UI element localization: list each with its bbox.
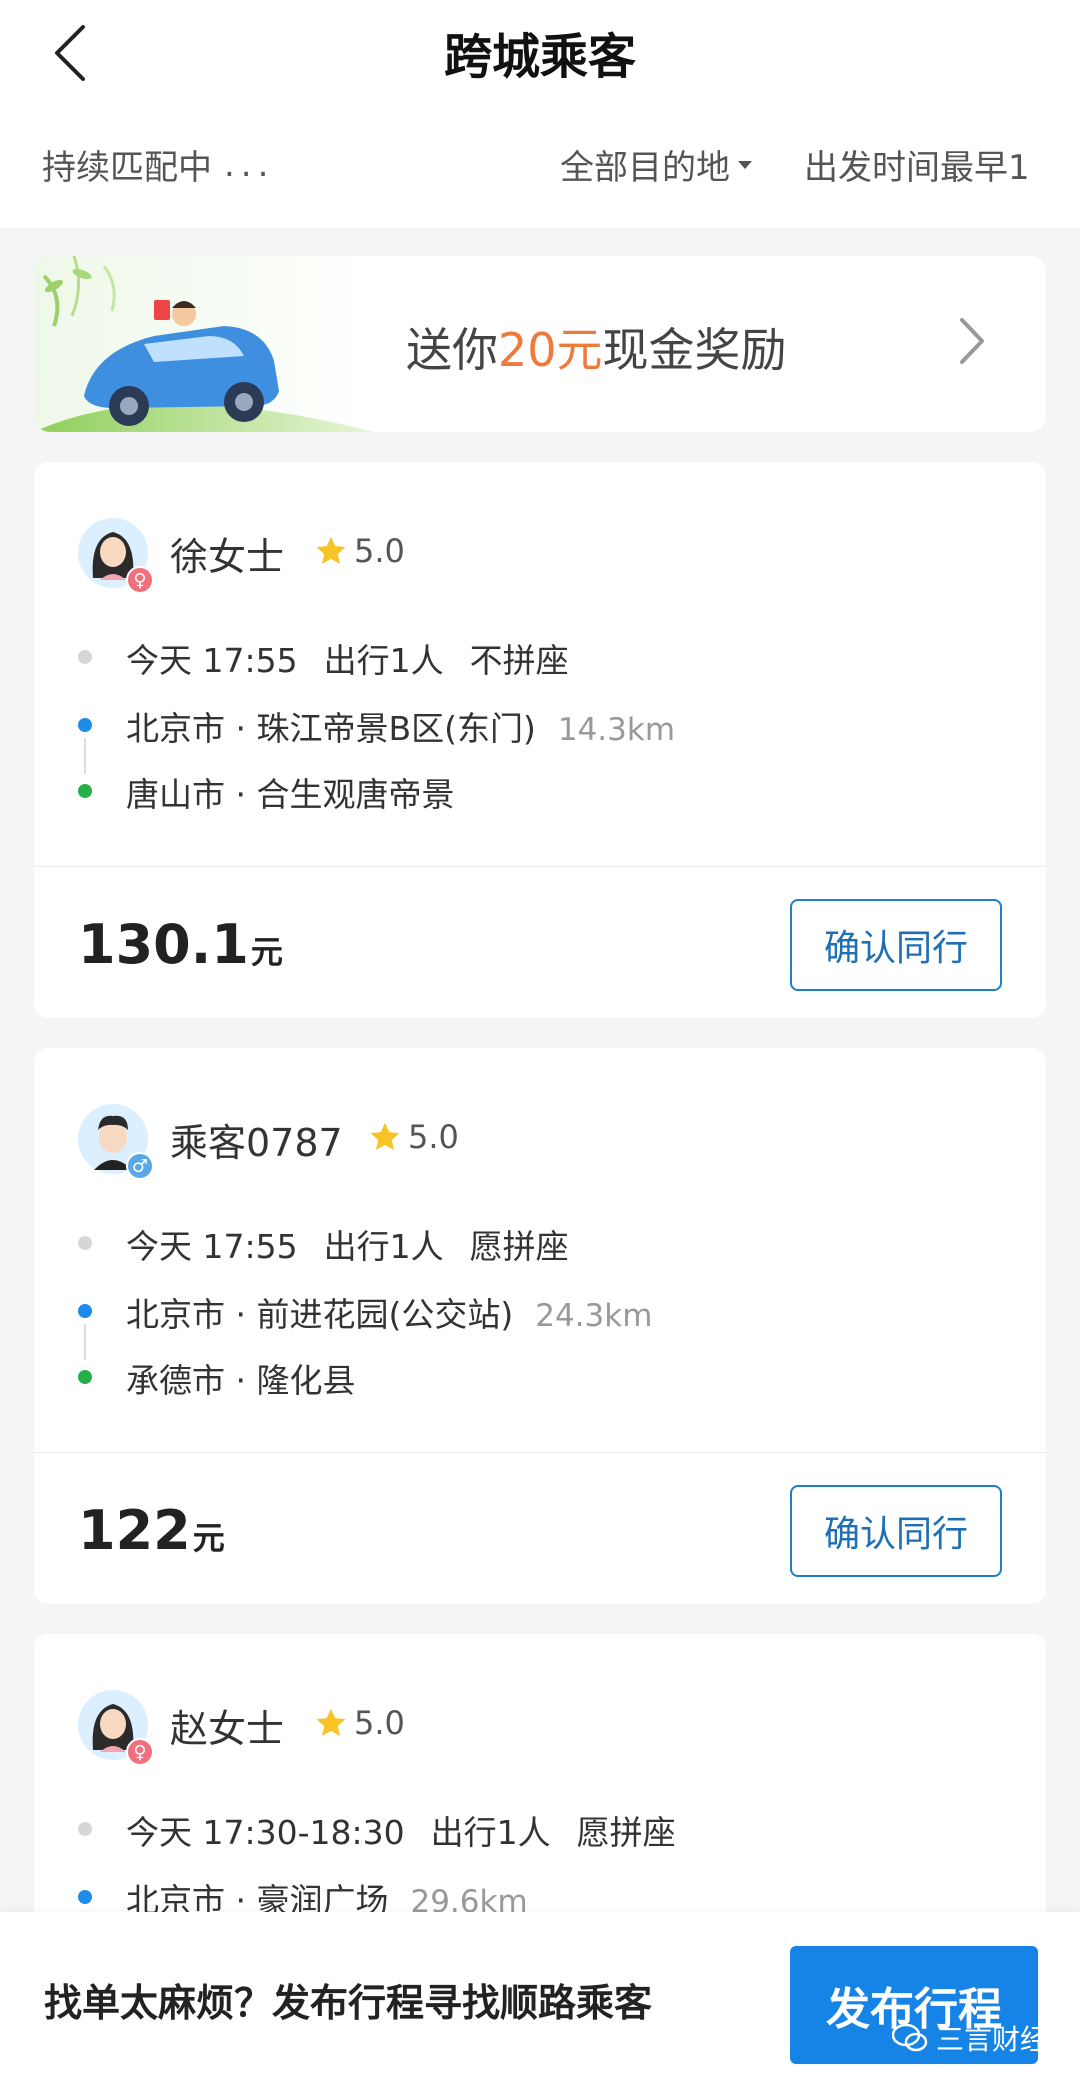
origin: 北京市 · 珠江帝景B区(东门) (126, 709, 536, 748)
destination-filter-label: 全部目的地 (560, 148, 730, 188)
departure-time: 今天 17:30-18:30 (126, 1813, 405, 1852)
price: 130.1元 (78, 913, 283, 976)
back-button[interactable] (40, 18, 100, 88)
watermark: 三言财经 (892, 2018, 1048, 2058)
watermark-text: 三言财经 (936, 2023, 1049, 2056)
time-dot (78, 1236, 92, 1250)
confirm-ride-button[interactable]: 确认同行 (790, 1485, 1002, 1577)
promo-text-after: 现金奖励 (602, 323, 787, 377)
seat-preference: 愿拼座 (576, 1813, 676, 1852)
price-unit: 元 (192, 1519, 225, 1557)
price-unit: 元 (250, 933, 283, 971)
passenger-count: 出行1人 (323, 1227, 444, 1266)
passenger-name: 乘客0787 (170, 1121, 343, 1165)
car-illustration-icon (34, 256, 374, 432)
female-icon: ♀ (126, 566, 154, 594)
avatar: ♂ (78, 1104, 154, 1180)
wechat-icon (892, 2023, 928, 2052)
rating: 5.0 (368, 1118, 459, 1156)
origin-line: 北京市 · 前进花园(公交站) 24.3km (126, 1288, 652, 1336)
passenger-card[interactable]: ♀ 徐女士 5.0 今天 17:55 出行1人 不拼座 北京市 · 珠江帝景B区(东… (34, 462, 1046, 1018)
passenger-card[interactable]: ♂ 乘客0787 5.0 今天 17:55 出行1人 愿拼座 北京市 · 前进花园(… (34, 1048, 1046, 1604)
rating-value: 5.0 (354, 1704, 405, 1742)
chevron-left-icon (55, 25, 85, 81)
loading-dots: ... (224, 144, 275, 185)
rating-value: 5.0 (408, 1118, 459, 1156)
origin-dot (78, 1304, 92, 1318)
star-icon (316, 536, 346, 565)
time-dot (78, 650, 92, 664)
rating: 5.0 (314, 1704, 405, 1742)
destination-dot (78, 784, 92, 798)
filter-bar: 持续匹配中 ... 全部目的地 出发时间最早1 (0, 104, 1080, 228)
star-icon (370, 1122, 400, 1151)
origin-line: 北京市 · 珠江帝景B区(东门) 14.3km (126, 702, 675, 750)
departure-time: 今天 17:55 (126, 1227, 298, 1266)
avatar: ♀ (78, 1690, 154, 1766)
trip-info: 今天 17:55 出行1人 不拼座 (126, 634, 569, 682)
destination: 唐山市 · 合生观唐帝景 (126, 775, 455, 814)
rating: 5.0 (314, 532, 405, 570)
bottom-bar: 找单太麻烦？发布行程寻找顺路乘客 发布行程 (0, 1912, 1080, 2088)
seat-preference: 愿拼座 (469, 1227, 569, 1266)
rating-value: 5.0 (354, 532, 405, 570)
confirm-ride-button[interactable]: 确认同行 (790, 899, 1002, 991)
seat-preference: 不拼座 (469, 641, 569, 680)
destination-line: 承德市 · 隆化县 (126, 1354, 355, 1402)
time-filter[interactable]: 出发时间最早1 (804, 140, 1080, 189)
promo-text: 送你20元现金奖励 (406, 314, 787, 380)
page-title: 跨城乘客 (443, 29, 636, 85)
passenger-name: 徐女士 (170, 535, 285, 579)
nav-bar: 跨城乘客 (0, 0, 1080, 104)
time-dot (78, 1822, 92, 1836)
price-value: 130.1 (78, 913, 249, 976)
promo-text-before: 送你 (406, 323, 498, 377)
destination-dot (78, 1370, 92, 1384)
passenger-name: 赵女士 (170, 1707, 285, 1751)
promo-banner[interactable]: 送你20元现金奖励 (34, 256, 1046, 432)
trip-info: 今天 17:30-18:30 出行1人 愿拼座 (126, 1806, 676, 1854)
trip-info: 今天 17:55 出行1人 愿拼座 (126, 1220, 569, 1268)
route-connector (84, 738, 86, 774)
male-icon: ♂ (126, 1152, 154, 1180)
origin-dot (78, 718, 92, 732)
distance: 14.3km (557, 712, 676, 748)
chevron-right-icon (960, 318, 984, 364)
origin: 北京市 · 前进花园(公交站) (126, 1295, 514, 1334)
caret-down-icon (738, 160, 752, 169)
avatar: ♀ (78, 518, 154, 594)
route-connector (84, 1324, 86, 1360)
origin-dot (78, 1890, 92, 1904)
distance: 24.3km (535, 1298, 653, 1334)
destination-line: 唐山市 · 合生观唐帝景 (126, 768, 454, 816)
departure-time: 今天 17:55 (126, 641, 298, 680)
passenger-count: 出行1人 (430, 1813, 551, 1852)
match-status: 持续匹配中 ... (42, 140, 274, 189)
time-filter-label: 出发时间最早1 (804, 148, 1030, 188)
destination-filter[interactable]: 全部目的地 (560, 140, 752, 189)
female-icon: ♀ (126, 1738, 154, 1766)
passenger-card[interactable]: ♀ 赵女士 5.0 今天 17:30-18:30 出行1人 愿拼座 北京市 · 豪润… (34, 1634, 1046, 1954)
star-icon (316, 1708, 346, 1737)
match-status-label: 持续匹配中 (42, 148, 212, 188)
price: 122元 (78, 1499, 225, 1562)
publish-hint: 找单太麻烦？发布行程寻找顺路乘客 (44, 1981, 653, 2025)
price-value: 122 (78, 1499, 191, 1562)
promo-amount: 20元 (498, 323, 603, 377)
passenger-count: 出行1人 (323, 641, 444, 680)
destination: 承德市 · 隆化县 (126, 1361, 356, 1400)
